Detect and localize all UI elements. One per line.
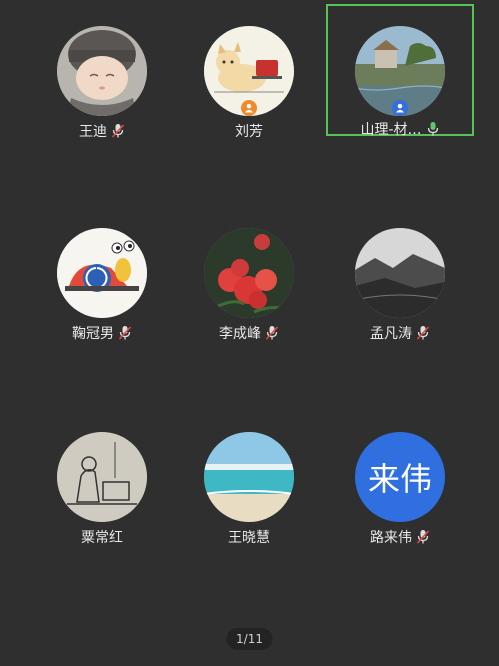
participant-name: 山理-材… [360, 122, 422, 138]
text-avatar: 来伟 [355, 432, 445, 522]
participant-avatar [57, 228, 147, 318]
participant-name: 孟凡涛 [370, 326, 412, 342]
participant-tile-4[interactable]: 鞠冠男 [28, 206, 176, 342]
mic-on-icon [426, 121, 440, 137]
participant-tile-1[interactable]: 王迪 [28, 4, 176, 140]
participant-avatar: 来伟 [355, 432, 445, 522]
participant-tile-8[interactable]: 王晓慧 [175, 410, 323, 546]
participant-name: 粟常红 [81, 530, 123, 546]
mic-muted-icon [118, 325, 132, 341]
participant-avatar [57, 432, 147, 522]
participant-avatar [57, 26, 147, 116]
participant-tile-7[interactable]: 粟常红 [28, 410, 176, 546]
participant-tile-9[interactable]: 来伟 路来伟 [326, 410, 474, 546]
mic-muted-icon [416, 325, 430, 341]
mic-muted-icon [265, 325, 279, 341]
host-badge-icon [241, 100, 257, 116]
participant-tile-2[interactable]: 刘芳 [175, 4, 323, 140]
participant-tile-5[interactable]: 李成峰 [175, 206, 323, 342]
participant-name: 路来伟 [370, 530, 412, 546]
presenter-badge-icon [392, 100, 408, 116]
page-indicator[interactable]: 1/11 [226, 628, 273, 650]
mic-muted-icon [416, 529, 430, 545]
participant-tile-6[interactable]: 孟凡涛 [326, 206, 474, 342]
participant-name: 鞠冠男 [72, 326, 114, 342]
participant-name: 李成峰 [219, 326, 261, 342]
participant-avatar [204, 432, 294, 522]
participant-name: 王迪 [79, 124, 107, 140]
participant-name: 刘芳 [235, 124, 263, 140]
participant-tile-3-active[interactable]: 山理-材… [326, 4, 474, 138]
participant-name: 王晓慧 [228, 530, 270, 546]
mic-muted-icon [111, 123, 125, 139]
participant-avatar [355, 228, 445, 318]
participant-avatar [204, 228, 294, 318]
